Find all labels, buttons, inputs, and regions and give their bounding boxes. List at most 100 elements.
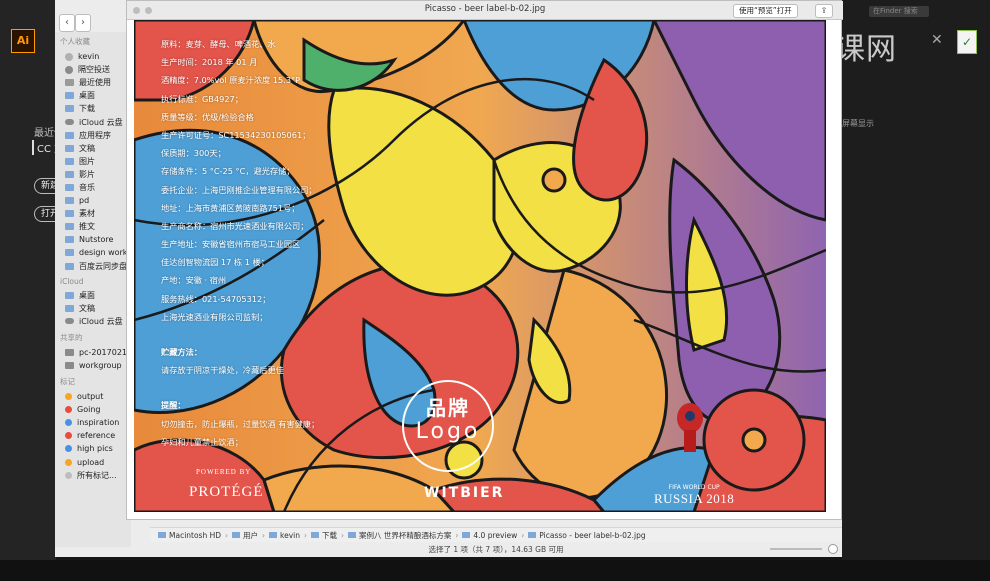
folder-icon [65,92,74,100]
sidebar-item[interactable]: 应用程序 [55,129,131,142]
sidebar-item[interactable]: reference [55,429,131,442]
sidebar-item[interactable]: iCloud 云盘 [55,115,131,128]
sidebar-section-favorites: 个人收藏 [60,37,90,46]
path-segment[interactable]: Macintosh HD [158,531,221,540]
storage-heading: 贮藏方法： [161,347,202,357]
sidebar-item[interactable]: Going [55,403,131,416]
path-segment-label: 4.0 preview [473,530,518,540]
sidebar-item-label: 文稿 [79,303,95,313]
gray-icon [65,79,74,87]
tag-color-icon [65,406,72,414]
fifa-mark: FIFA WORLD CUP RUSSIA 2018 [654,484,734,507]
folder-icon [65,291,74,299]
sidebar-item[interactable]: 推文 [55,220,131,233]
finder-search-input[interactable]: 在Finder 搜索 [869,6,929,17]
powered-by-text: POWERED BY [196,468,252,476]
brand-name: PROTÉGÉ [189,484,264,500]
tag-color-icon [65,419,72,427]
sidebar-item[interactable]: 桌面 [55,289,131,302]
sidebar-item-label: Going [77,405,101,415]
path-segment[interactable]: kevin [269,531,300,540]
sidebar-item[interactable]: 图片 [55,155,131,168]
sidebar-item-label: workgroup [79,361,122,371]
sidebar-item-label: upload [77,457,105,467]
sidebar-item[interactable]: high pics [55,442,131,455]
share-icon[interactable]: ⇪ [815,4,833,18]
sidebar-item[interactable]: 桌面 [55,89,131,102]
path-separator-icon: › [521,530,525,540]
sidebar-item[interactable]: iCloud 云盘 [55,315,131,328]
illustrator-right-panel [842,0,990,560]
sidebar-section-tags: 标记 [60,377,75,387]
tag-color-icon [65,471,72,479]
folder-icon [232,532,241,538]
sidebar-item[interactable]: 所有标记... [55,469,131,482]
sidebar-item[interactable]: 最近使用 [55,76,131,89]
sidebar-item-label: 桌面 [79,290,95,300]
folder-icon [311,532,319,538]
label-line: 生产时间：2018 年 01 月 [161,57,258,68]
sidebar-item-label: 下载 [79,104,95,114]
close-icon[interactable]: ✕ [931,32,943,48]
sidebar-item-label: inspiration [77,418,120,428]
sidebar-item[interactable]: 隔空投送 [55,63,131,76]
sidebar-item-label: pc-20170210 [79,347,131,357]
document-icon[interactable]: ✓ [957,30,977,54]
sidebar-item[interactable]: 影片 [55,168,131,181]
sidebar-item[interactable]: Nutstore [55,233,131,246]
side-label: 屏幕显示 [842,119,874,128]
monitor-icon [65,348,74,356]
sidebar-item[interactable]: 下载 [55,102,131,115]
folder-icon [65,197,74,205]
back-button[interactable]: ‹ [59,14,75,32]
path-segment[interactable]: Picasso - beer label-b-02.jpg [528,531,646,540]
sidebar-item[interactable]: pc-20170210 [55,346,131,359]
sidebar-item-label: high pics [77,444,113,454]
sidebar-item[interactable]: design work [55,246,131,259]
label-line: 生产商名称：宿州市光速酒业有限公司； [161,220,309,231]
cloud-icon [65,318,74,325]
path-segment[interactable]: 4.0 preview [462,531,517,540]
forward-button[interactable]: › [75,14,91,32]
path-separator-icon: › [304,530,307,540]
folder-icon [269,532,278,538]
sidebar-item-label: reference [77,431,116,441]
open-with-preview-button[interactable]: 使用“预览”打开 [733,4,798,18]
tag-color-icon [65,393,72,401]
product-name: WITBIER [424,485,505,501]
globe-icon [65,65,73,74]
sidebar-item[interactable]: output [55,390,131,403]
label-line: 地址：上海市黄浦区黄陂南路751号； [161,202,300,213]
sidebar-item-label: 桌面 [79,91,95,101]
quicklook-window: Picasso - beer label-b-02.jpg 使用“预览”打开 ⇪ [126,0,843,520]
icon-size-slider-knob[interactable] [828,544,838,554]
path-separator-icon: › [341,530,344,540]
sidebar-item[interactable]: 文稿 [55,302,131,315]
icon-size-slider[interactable] [770,548,822,550]
folder-icon [65,170,74,178]
sidebar-item[interactable]: 音乐 [55,181,131,194]
sidebar-item-label: 应用程序 [79,130,111,140]
sidebar-item[interactable]: workgroup [55,359,131,372]
sidebar-item[interactable]: upload [55,456,131,469]
sidebar-item-label: 图片 [79,156,95,166]
sidebar-item[interactable]: 文稿 [55,142,131,155]
label-line: 产地：安徽 · 宿州 [161,275,227,286]
sidebar-item[interactable]: 素材 [55,207,131,220]
sidebar-item-label: 影片 [79,169,95,179]
folder-icon [462,532,471,538]
path-segment[interactable]: 用户 [232,530,258,541]
sidebar-item[interactable]: kevin [55,50,131,63]
path-separator-icon: › [455,530,459,540]
sidebar-item[interactable]: 百度云同步盘 [55,260,131,273]
sidebar-item[interactable]: pd [55,194,131,207]
sidebar-item-label: 隔空投送 [78,65,110,75]
label-line: 委托企业：上海巴刚推企业管理有限公司； [161,184,317,195]
sidebar-item-label: 素材 [79,209,95,219]
sidebar-item[interactable]: inspiration [55,416,131,429]
path-segment[interactable]: 案例八 世界杯精酿酒标方案 [348,530,451,541]
path-segment-label: 案例八 世界杯精酿酒标方案 [359,530,452,540]
folder-icon [65,304,74,312]
path-segment[interactable]: 下载 [311,530,337,541]
finder-nav-buttons: ‹ › [59,10,91,32]
